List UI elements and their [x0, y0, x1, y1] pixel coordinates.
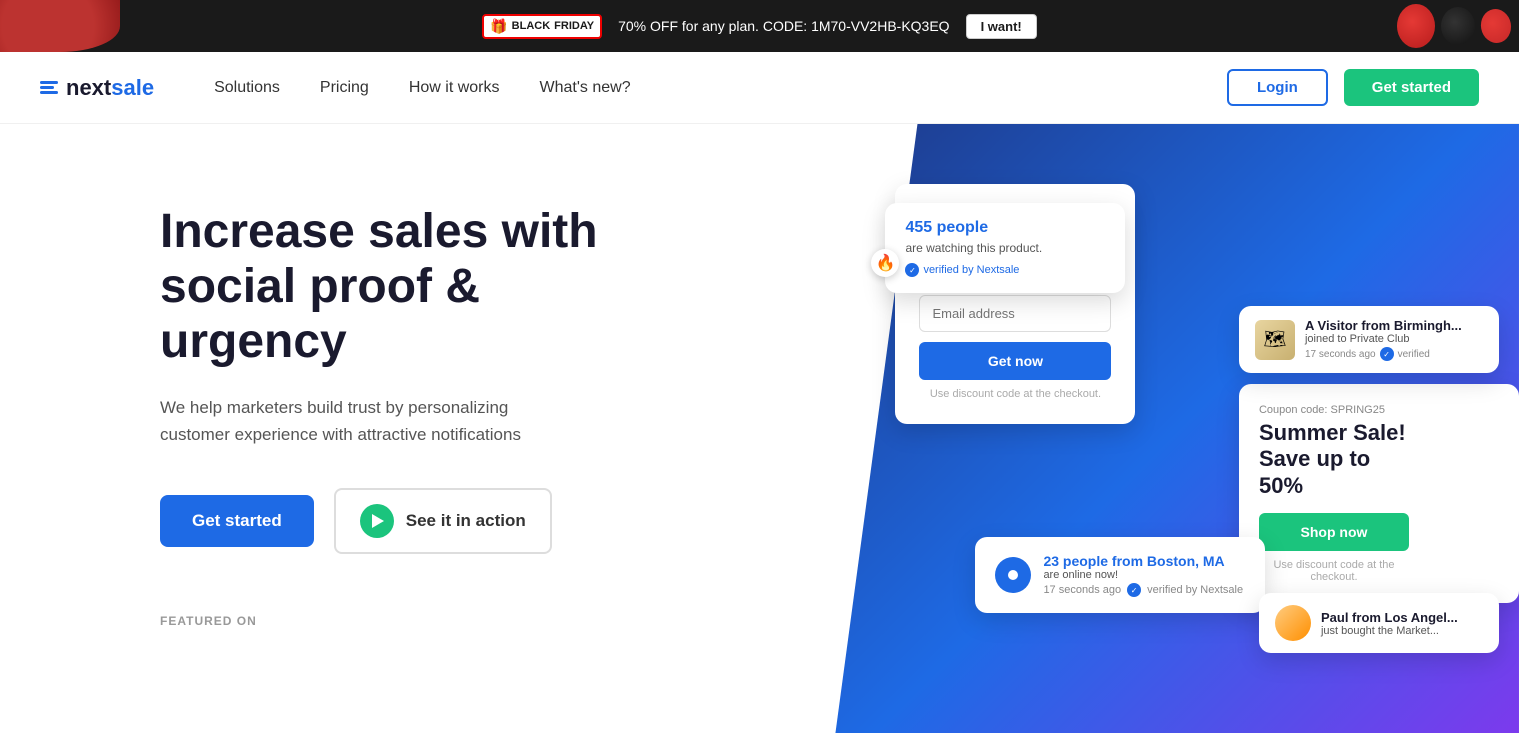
watching-card: 🔥 455 people are watching this product. … — [885, 203, 1125, 293]
nav-how-it-works[interactable]: How it works — [409, 79, 500, 97]
watching-subtitle: are watching this product. — [905, 241, 1105, 255]
hero-see-action-button[interactable]: See it in action — [334, 488, 552, 554]
hero-section: Increase sales with social proof & urgen… — [0, 124, 1519, 733]
balloon-red — [1397, 4, 1435, 48]
map-thumbnail: 🗺 — [1255, 320, 1295, 360]
hero-subtext: We help marketers build trust by persona… — [160, 394, 580, 448]
hero-buttons: Get started See it in action — [160, 488, 775, 554]
balloon-decoration-left — [0, 0, 120, 52]
boston-title: 23 people from Boston, MA — [1043, 553, 1243, 569]
logo-stripe-2 — [40, 86, 54, 89]
logo-text: nextsale — [66, 75, 154, 101]
badge-line2: FRIDAY — [554, 20, 594, 32]
paul-content: Paul from Los Angel... just bought the M… — [1321, 610, 1458, 637]
nav-solutions[interactable]: Solutions — [214, 79, 280, 97]
boston-card: 23 people from Boston, MA are online now… — [975, 537, 1265, 613]
nav-pricing[interactable]: Pricing — [320, 79, 369, 97]
birmingham-subtitle: joined to Private Club — [1305, 333, 1462, 345]
nav-actions: Login Get started — [1227, 69, 1479, 106]
boston-meta: 17 seconds ago ✓ verified by Nextsale — [1043, 583, 1243, 597]
hero-left: Increase sales with social proof & urgen… — [0, 124, 835, 733]
seasonal-email-input[interactable] — [919, 295, 1111, 332]
get-now-button[interactable]: Get now — [919, 342, 1111, 380]
balloon-red-2 — [1478, 7, 1513, 46]
boston-subtitle: are online now! — [1043, 569, 1243, 581]
boston-check-icon: ✓ — [1127, 583, 1141, 597]
birmingham-check-icon: ✓ — [1380, 347, 1394, 361]
fire-icon: 🔥 — [871, 249, 899, 277]
play-triangle — [372, 514, 384, 528]
banner-promo-text: 70% OFF for any plan. CODE: 1M70-VV2HB-K… — [618, 18, 949, 34]
paul-subtitle: just bought the Market... — [1321, 625, 1458, 637]
logo-stripe-1 — [40, 81, 58, 84]
nav-links: Solutions Pricing How it works What's ne… — [214, 79, 1227, 97]
paul-card: Paul from Los Angel... just bought the M… — [1259, 593, 1499, 653]
map-icon: 🗺 — [1264, 329, 1287, 350]
featured-on-label: FEATURED ON — [160, 614, 775, 628]
boston-avatar — [995, 557, 1031, 593]
seasonal-discount-note: Use discount code at the checkout. — [919, 388, 1111, 400]
paul-title: Paul from Los Angel... — [1321, 610, 1458, 625]
online-dot — [1008, 570, 1018, 580]
badge-line1: BLACK — [512, 20, 551, 32]
logo-stripe-3 — [40, 91, 58, 94]
nav-get-started-button[interactable]: Get started — [1344, 69, 1479, 106]
birmingham-title: A Visitor from Birmingh... — [1305, 318, 1462, 333]
nav-whats-new[interactable]: What's new? — [540, 79, 631, 97]
watching-count: 455 people — [905, 219, 1105, 237]
balloon-black — [1441, 7, 1475, 45]
shop-now-button[interactable]: Shop now — [1259, 513, 1409, 551]
i-want-button[interactable]: I want! — [966, 14, 1037, 39]
play-icon — [360, 504, 394, 538]
summer-sale-card: Coupon code: SPRING25 Summer Sale! Save … — [1239, 384, 1519, 603]
hero-right: Seasonal Sale Up to 50% OFF! Limited tim… — [835, 124, 1519, 733]
birmingham-content: A Visitor from Birmingh... joined to Pri… — [1305, 318, 1462, 361]
black-friday-badge: 🎁 BLACK FRIDAY — [482, 14, 602, 39]
paul-avatar — [1275, 605, 1311, 641]
balloon-decoration-right — [1339, 0, 1519, 52]
check-icon: ✓ — [905, 263, 919, 277]
birmingham-card: 🗺 A Visitor from Birmingh... joined to P… — [1239, 306, 1499, 373]
see-action-label: See it in action — [406, 511, 526, 531]
summer-discount-note: Use discount code at the checkout. — [1259, 559, 1409, 583]
hero-heading: Increase sales with social proof & urgen… — [160, 204, 660, 370]
navbar: nextsale Solutions Pricing How it works … — [0, 52, 1519, 124]
hero-get-started-button[interactable]: Get started — [160, 495, 314, 547]
logo[interactable]: nextsale — [40, 75, 154, 101]
logo-icon — [40, 81, 58, 94]
boston-content: 23 people from Boston, MA are online now… — [1043, 553, 1243, 597]
coupon-label: Coupon code: SPRING25 — [1259, 404, 1409, 416]
gift-icon: 🎁 — [490, 18, 507, 35]
watching-verified: ✓ verified by Nextsale — [905, 263, 1105, 277]
birmingham-meta: 17 seconds ago ✓ verified — [1305, 347, 1462, 361]
summer-title: Summer Sale! Save up to 50% — [1259, 420, 1409, 499]
login-button[interactable]: Login — [1227, 69, 1328, 106]
top-banner: 🎁 BLACK FRIDAY 70% OFF for any plan. COD… — [0, 0, 1519, 52]
